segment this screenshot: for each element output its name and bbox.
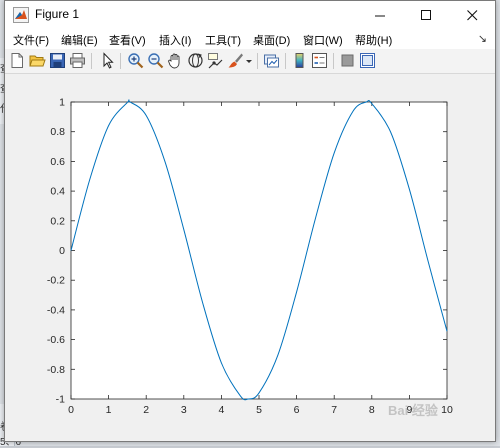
close-icon <box>466 9 477 20</box>
menu-help[interactable]: 帮助(H) <box>355 32 392 48</box>
brush-icon[interactable] <box>227 52 244 69</box>
window-title: Figure 1 <box>35 7 80 21</box>
maximize-icon <box>420 9 431 20</box>
insert-legend-icon[interactable] <box>311 52 328 69</box>
print-icon[interactable] <box>69 52 86 69</box>
y-tick-label: -0.4 <box>47 304 65 316</box>
x-tick-label: 8 <box>369 404 375 416</box>
y-tick-label: 0.6 <box>50 156 65 168</box>
zoom-out-icon[interactable] <box>147 52 164 69</box>
dock-arrow-icon[interactable]: ↘ <box>478 32 487 45</box>
insert-colorbar-icon[interactable] <box>291 52 308 69</box>
plot-area <box>70 101 448 400</box>
y-tick-label: -0.2 <box>47 275 65 287</box>
minimize-icon <box>374 15 385 16</box>
zoom-in-icon[interactable] <box>127 52 144 69</box>
y-tick-label: -0.8 <box>47 364 65 376</box>
menu-tools[interactable]: 工具(T) <box>205 32 241 48</box>
x-tick-label: 7 <box>331 404 337 416</box>
x-tick-label: 10 <box>441 404 453 416</box>
y-tick-label: 0.8 <box>50 126 65 138</box>
sine-plot[interactable]: 0 1 2 3 4 5 6 7 8 9 1010.80.60.40.20-0.2-0.4-0.6-0… <box>5 74 495 440</box>
new-figure-icon[interactable] <box>9 52 26 69</box>
hide-plot-tools-icon[interactable] <box>339 52 356 69</box>
toolbar-separator <box>91 53 92 69</box>
x-tick-label: 6 <box>294 404 300 416</box>
minimize-button[interactable] <box>357 1 403 29</box>
show-plot-tools-icon[interactable] <box>359 52 376 69</box>
menu-view[interactable]: 查看(V) <box>109 32 146 48</box>
toolbar-separator <box>285 53 286 69</box>
maximize-button[interactable] <box>403 1 449 29</box>
toolbar-separator <box>333 53 334 69</box>
data-cursor-icon[interactable] <box>207 52 224 69</box>
y-tick-label: 0.4 <box>50 186 65 198</box>
x-tick-label: 3 <box>181 404 187 416</box>
y-tick-label: -0.6 <box>47 334 65 346</box>
pointer-icon[interactable] <box>99 52 116 69</box>
toolbar-separator <box>257 53 258 69</box>
y-tick-label: 0.2 <box>50 215 65 227</box>
figure-canvas: 0 1 2 3 4 5 6 7 8 9 10 1 0.8 0.6 0.4 0.2 0 -0.2 -0.4 -0.6 -0… <box>5 74 495 440</box>
rotate-3d-icon[interactable] <box>187 52 204 69</box>
menu-insert[interactable]: 插入(I) <box>159 32 191 48</box>
watermark: Bai 经验 <box>388 403 438 418</box>
title-bar[interactable]: Figure 1 <box>5 1 495 29</box>
menu-bar: 文件(F) 编辑(E) 查看(V) 插入(I) 工具(T) 桌面(D) 窗口(W… <box>5 29 495 49</box>
open-icon[interactable] <box>29 52 46 69</box>
brush-dropdown-icon[interactable] <box>245 52 253 69</box>
menu-edit[interactable]: 编辑(E) <box>61 32 98 48</box>
y-tick-label: 1 <box>59 97 65 109</box>
y-tick-label: -1 <box>56 394 65 406</box>
x-tick-label: 5 <box>256 404 262 416</box>
x-tick-label: 0 <box>68 404 74 416</box>
x-tick-label: 2 <box>143 404 149 416</box>
link-plot-icon[interactable] <box>263 52 280 69</box>
x-tick-label: 1 <box>106 404 112 416</box>
figure-toolbar <box>5 49 495 74</box>
save-icon[interactable] <box>49 52 66 69</box>
pan-icon[interactable] <box>167 52 184 69</box>
matlab-logo-icon <box>13 7 29 23</box>
close-button[interactable] <box>449 1 495 29</box>
toolbar-separator <box>120 53 121 69</box>
y-tick-label: 0 <box>59 245 65 257</box>
figure-window: Figure 1 文件(F) 编辑(E) 查看(V) 插入(I) 工具(T) 桌… <box>4 0 496 442</box>
menu-window[interactable]: 窗口(W) <box>303 32 343 48</box>
x-tick-label: 4 <box>218 404 224 416</box>
menu-desktop[interactable]: 桌面(D) <box>253 32 290 48</box>
menu-file[interactable]: 文件(F) <box>13 32 49 48</box>
